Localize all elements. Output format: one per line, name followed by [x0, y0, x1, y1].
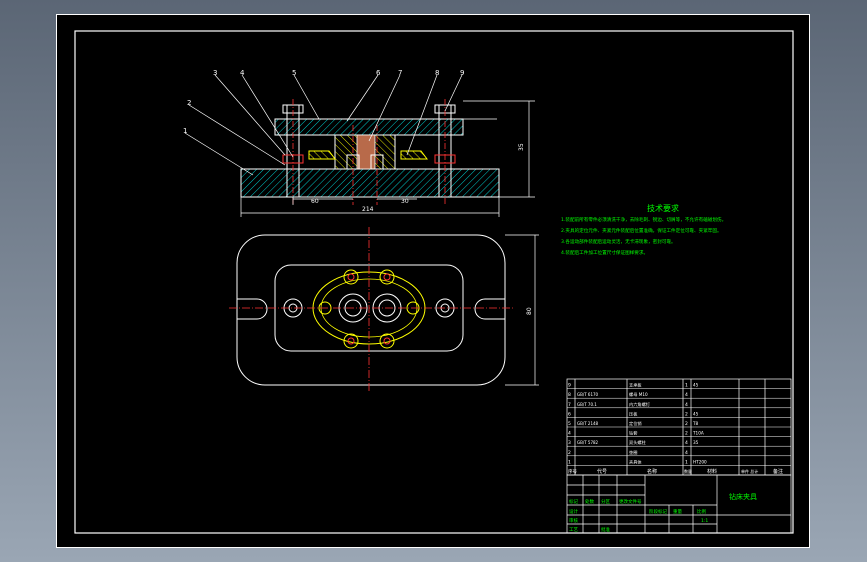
bom-header-no: 序号: [568, 468, 577, 475]
tb-stage: 阶段标记: [649, 508, 667, 515]
bom-row-material: T8: [692, 421, 699, 426]
bom-row-no: 9: [568, 383, 571, 389]
bom-row-no: 6: [568, 411, 571, 417]
base-block: [240, 168, 500, 198]
bom-header-material: 材料: [707, 468, 717, 475]
bom-row-name: 压板: [629, 410, 638, 417]
plan-outline: [236, 234, 506, 386]
tb-scale: 1:1: [701, 518, 708, 524]
bom-header-code: 代号: [597, 468, 607, 475]
tech-line-3: 3.各运动部件装配后运动灵活，无卡滞现象，密封可靠。: [561, 238, 676, 245]
bom-row-no: 5: [568, 421, 571, 427]
bom-row-qty: 2: [685, 411, 688, 417]
bom-header-name: 名称: [647, 468, 657, 475]
tb-scale-label: 比例: [697, 508, 706, 515]
bom-row-qty: 4: [685, 450, 688, 456]
bom-row-name: 双头螺柱: [629, 439, 647, 446]
dim-top-height: 35: [518, 143, 525, 151]
bom-row-name: 螺母 M10: [629, 391, 648, 398]
bom-row-code: GB/T 6170: [577, 392, 599, 397]
callout-5: 5: [292, 69, 296, 77]
bom-header-note: 备注: [773, 468, 783, 475]
bom-row-qty: 2: [685, 421, 688, 427]
bom-row-name: 垫圈: [629, 449, 637, 456]
bom-row-no: 3: [568, 440, 571, 446]
tech-line-2: 2.夹具的定位元件、夹紧元件装配后位置准确，保证工件定位可靠、夹紧牢固。: [561, 227, 722, 234]
bom-row-qty: 4: [685, 402, 688, 408]
tb-weight: 重量: [673, 508, 682, 515]
bom-row-material: 45: [693, 383, 699, 388]
bom-header-weight: 单件 总计: [741, 468, 758, 474]
bom-rows: 9 支承板 1 458 GB/T 6170 螺母 M10 47 GB/T 70.1 内六角螺钉 4…: [567, 382, 791, 475]
bom-row-no: 8: [568, 392, 571, 398]
callout-2: 2: [187, 99, 191, 107]
dim-left-small: 60: [311, 198, 319, 205]
right-clamp: [400, 150, 428, 160]
callout-9: 9: [460, 69, 464, 77]
callout-7: 7: [398, 69, 402, 77]
tech-title: 技术要求: [647, 203, 679, 213]
bom-row-material: 45: [693, 411, 699, 416]
tb-label-review: 审核: [569, 517, 578, 524]
plan-view: [229, 227, 539, 393]
bom-row-no: 7: [568, 402, 571, 408]
bom-row-name: 夹具体: [629, 458, 642, 465]
bom-row-code: GB/T 70.1: [577, 402, 597, 407]
drawing-sheet: 3 4 5 6 7 8 9 2 1 214 60 30 35 80 技术要求 1…: [56, 14, 810, 548]
dim-plan-height: 80: [526, 307, 533, 315]
bom-row-no: 2: [568, 450, 571, 456]
bom-row-no: 1: [568, 459, 571, 465]
tb-label-process: 工艺: [569, 527, 578, 533]
tb-label-approve: 批准: [601, 526, 610, 533]
cad-drawing: 3 4 5 6 7 8 9 2 1 214 60 30 35 80 技术要求 1…: [74, 30, 794, 534]
tb-label-count: 处数: [585, 498, 594, 505]
bom-row-name: 定位销: [629, 420, 642, 427]
top-plate: [274, 118, 464, 136]
dim-bottom-width: 214: [362, 206, 374, 213]
bom-row-name: 支承板: [629, 382, 642, 389]
callout-8: 8: [435, 69, 439, 77]
bom-row-name: 钻套: [629, 430, 638, 437]
center-insert: [356, 134, 376, 170]
bom-row-no: 4: [568, 431, 571, 437]
front-view: [184, 74, 535, 217]
callout-1: 1: [183, 127, 187, 135]
bom-row-qty: 2: [685, 431, 688, 437]
inner-frame: [74, 30, 794, 534]
tech-line-1: 1.装配前所有零件必须清洗干净，去除毛刺、锐边、切屑等，不允许有磕碰划伤。: [561, 216, 726, 223]
right-slot: [474, 298, 505, 320]
bom-row-qty: 1: [685, 383, 688, 389]
bom-row-material: T10A: [692, 431, 704, 436]
bom-row-material: HT200: [693, 459, 707, 464]
bom-row-qty: 4: [685, 392, 688, 398]
tech-requirements: 技术要求 1.装配前所有零件必须清洗干净，去除毛刺、锐边、切屑等，不允许有磕碰划…: [561, 203, 726, 256]
callout-3: 3: [213, 69, 217, 77]
tb-drawing-name: 钻床夹具: [729, 492, 757, 501]
tb-label-design: 设计: [569, 508, 578, 515]
bom-row-material: 35: [693, 440, 699, 445]
left-clamp: [308, 150, 336, 160]
bom-row-qty: 1: [685, 459, 688, 465]
bom-header-qty: 数量: [684, 468, 692, 474]
tb-label-change: 更改文件号: [619, 498, 642, 505]
bom-row-name: 内六角螺钉: [629, 401, 651, 408]
left-slot: [237, 298, 268, 320]
tech-line-4: 4.装配后工件加工位置尺寸保证图样要求。: [561, 249, 648, 256]
bom-row-qty: 4: [685, 440, 688, 446]
callout-6: 6: [376, 69, 381, 77]
bom-row-code: GB/T 5782: [577, 440, 599, 445]
callout-4: 4: [240, 69, 245, 77]
tb-label-zone: 分区: [601, 498, 610, 505]
tb-label-mark: 标记: [569, 498, 578, 505]
bom-row-code: GB/T 2148: [577, 421, 599, 426]
dim-right-small: 30: [401, 198, 409, 205]
